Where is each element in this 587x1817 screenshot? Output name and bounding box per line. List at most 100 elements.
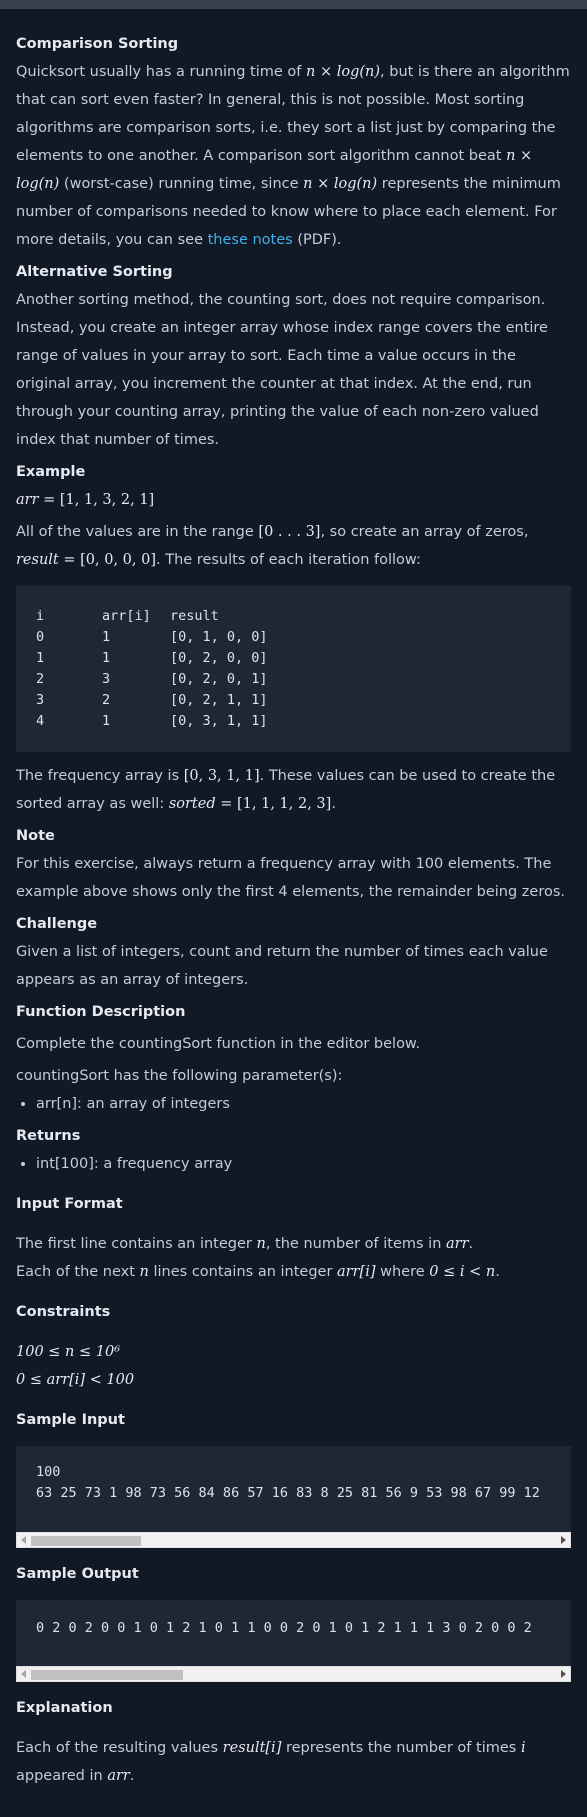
heading-explanation: Explanation (16, 1700, 113, 1716)
returns-list: int[100]: a frequency array (16, 1150, 571, 1178)
math-n: n (256, 1236, 266, 1252)
math-arr: arr (446, 1236, 469, 1252)
table-cell: arr[i] (102, 608, 151, 624)
sample-output-block: 0 2 0 2 0 0 1 0 1 2 1 0 1 1 0 0 2 0 1 0 … (16, 1600, 571, 1666)
table-cell: [0, 2, 0, 0] (170, 650, 268, 666)
alternative-paragraph: Another sorting method, the counting sor… (16, 292, 548, 448)
math-arr-value: = [1, 1, 3, 2, 1] (38, 492, 155, 508)
math-result-value: = [0, 0, 0, 0] (58, 552, 157, 568)
text: . (129, 1768, 135, 1784)
input-line-1: The first line contains an integer n, th… (16, 1230, 571, 1258)
table-row: 4 1 [0, 3, 1, 1] (36, 711, 551, 732)
returns-item: int[100]: a frequency array (36, 1150, 571, 1178)
heading-sample-input: Sample Input (16, 1412, 125, 1428)
challenge-paragraph: Given a list of integers, count and retu… (16, 944, 548, 988)
text: appeared in (16, 1768, 108, 1784)
text: represents the number of times (281, 1740, 521, 1756)
table-cell: [0, 2, 0, 1] (170, 671, 268, 687)
math-arr: arr (16, 492, 39, 508)
table-cell: 1 (102, 629, 111, 645)
top-bar (0, 0, 587, 9)
table-cell: [0, 1, 0, 0] (170, 629, 268, 645)
table-cell: 2 (102, 692, 111, 708)
text: (worst-case) running time, since (59, 176, 304, 192)
table-row: 3 2 [0, 2, 1, 1] (36, 690, 551, 711)
text: . (468, 1236, 474, 1252)
param-item: arr[n]: an array of integers (36, 1090, 571, 1118)
math-range: [0 . . . 3] (258, 524, 321, 540)
iteration-table: i arr[i] result 0 1 [0, 1, 0, 0] 1 1 [0, 2, 0, 0… (16, 586, 571, 752)
text: Each of the resulting values (16, 1740, 223, 1756)
heading-input-format: Input Format (16, 1196, 123, 1212)
math-freq: [0, 3, 1, 1] (183, 768, 260, 784)
text: lines contains an integer (148, 1264, 338, 1280)
math-arr-i: arr[i] (337, 1264, 376, 1280)
math-sorted-value: = [1, 1, 1, 2, 3] (215, 796, 332, 812)
table-cell: result (170, 608, 219, 624)
text: Each of the next (16, 1264, 140, 1280)
table-row: 2 3 [0, 2, 0, 1] (36, 669, 551, 690)
heading-challenge: Challenge (16, 916, 98, 932)
scroll-left-icon[interactable] (21, 1536, 26, 1544)
example-range-paragraph: All of the values are in the range [0 . … (16, 518, 571, 574)
sample-output-scrollbar[interactable] (16, 1666, 571, 1682)
text: . The results of each iteration follow: (156, 552, 421, 568)
note-paragraph: For this exercise, always return a frequ… (16, 856, 566, 900)
math-arr: arr (107, 1768, 130, 1784)
math-index-range: 0 ≤ i < n (429, 1264, 496, 1280)
explanation-paragraph: Each of the resulting values result[i] r… (16, 1734, 571, 1790)
table-cell: 4 (36, 713, 45, 729)
heading-sample-output: Sample Output (16, 1566, 139, 1582)
these-notes-link[interactable]: these notes (208, 232, 293, 248)
sample-input-line-2: 63 25 73 1 98 73 56 84 86 57 16 83 8 25 … (36, 1485, 540, 1501)
table-cell: 0 (36, 629, 45, 645)
scroll-right-icon[interactable] (561, 1536, 566, 1544)
math-result: result (16, 552, 59, 568)
table-header: i arr[i] result (36, 606, 551, 627)
table-cell: [0, 3, 1, 1] (170, 713, 268, 729)
sample-input-scrollbar[interactable] (16, 1532, 571, 1548)
table-cell: 3 (36, 692, 45, 708)
scrollbar-thumb[interactable] (31, 1536, 141, 1546)
heading-example: Example (16, 464, 86, 480)
text: The first line contains an integer (16, 1236, 257, 1252)
scroll-right-icon[interactable] (561, 1670, 566, 1678)
text: . (331, 796, 336, 812)
math-result-i: result[i] (222, 1740, 282, 1756)
problem-statement: Comparison Sorting Quicksort usually has… (0, 9, 587, 1790)
param-list: arr[n]: an array of integers (16, 1090, 571, 1118)
text: (PDF). (292, 232, 342, 248)
text: where (375, 1264, 430, 1280)
heading-function-description: Function Description (16, 1004, 186, 1020)
function-params: countingSort has the following parameter… (16, 1068, 343, 1084)
text: , so create an array of zeros, (320, 524, 529, 540)
heading-constraints: Constraints (16, 1304, 111, 1320)
scrollbar-thumb[interactable] (31, 1670, 183, 1680)
heading-note: Note (16, 828, 55, 844)
table-cell: [0, 2, 1, 1] (170, 692, 268, 708)
text: , the number of items in (265, 1236, 447, 1252)
sample-input-block: 100 63 25 73 1 98 73 56 84 86 57 16 83 8 … (16, 1446, 571, 1532)
heading-returns: Returns (16, 1128, 81, 1144)
frequency-paragraph: The frequency array is [0, 3, 1, 1]. The… (16, 762, 571, 818)
text: The frequency array is (16, 768, 184, 784)
text: . (495, 1264, 500, 1280)
scroll-left-icon[interactable] (21, 1670, 26, 1678)
sample-input-line-1: 100 (36, 1464, 61, 1480)
table-cell: 2 (36, 671, 45, 687)
table-row: 0 1 [0, 1, 0, 0] (36, 627, 551, 648)
table-cell: 1 (36, 650, 45, 666)
math-sorted: sorted (168, 796, 216, 812)
sample-output-line-1: 0 2 0 2 0 0 1 0 1 2 1 0 1 1 0 0 2 0 1 0 … (36, 1620, 532, 1636)
text: Quicksort usually has a running time of (16, 64, 306, 80)
math-i: i (520, 1740, 526, 1756)
table-cell: 3 (102, 671, 111, 687)
heading-alternative-sorting: Alternative Sorting (16, 264, 173, 280)
text: All of the values are in the range (16, 524, 259, 540)
math-n: n (139, 1264, 149, 1280)
math-nlogn: n × log(n) (306, 64, 381, 80)
heading-comparison-sorting: Comparison Sorting (16, 36, 179, 52)
example-arr: arr = [1, 1, 3, 2, 1] (16, 486, 571, 514)
table-row: 1 1 [0, 2, 0, 0] (36, 648, 551, 669)
table-cell: 1 (102, 713, 111, 729)
